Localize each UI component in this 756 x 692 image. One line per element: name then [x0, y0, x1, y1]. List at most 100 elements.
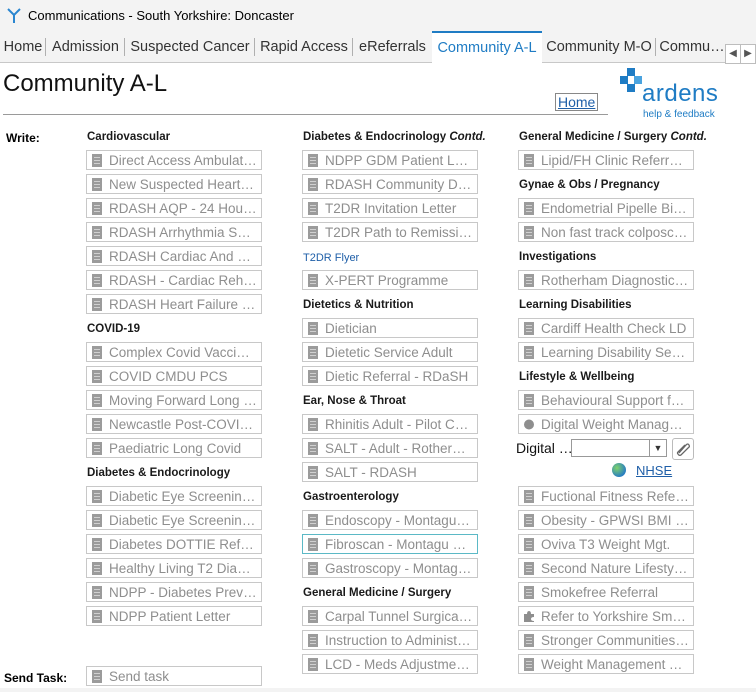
tab-community-m-o[interactable]: Community M-O — [542, 32, 656, 62]
referral-button-label: RDASH - Cardiac Rehab — [109, 273, 257, 288]
col3-referral-button[interactable]: Cardiff Health Check LD — [518, 318, 694, 338]
col1-referral-button[interactable]: Complex Covid Vaccina… — [86, 342, 262, 362]
col3-referral-button[interactable]: Fuctional Fitness Referral — [518, 486, 694, 506]
col3-referral-button[interactable]: Lipid/FH Clinic Referral … — [518, 150, 694, 170]
referral-button-label: Dietetic Service Adult — [325, 345, 453, 360]
section-cardiovascular: Cardiovascular — [87, 131, 171, 143]
col3-referral-button[interactable]: Refer to Yorkshire Smo… — [518, 606, 694, 626]
col3-referral-button[interactable]: Oviva T3 Weight Mgt. — [518, 534, 694, 554]
col1-referral-button[interactable]: Paediatric Long Covid — [86, 438, 262, 458]
col3-referral-button[interactable]: Smokefree Referral — [518, 582, 694, 602]
edit-button[interactable] — [672, 438, 694, 460]
document-icon — [524, 490, 534, 503]
digital-dropdown[interactable]: ▼ — [571, 439, 667, 457]
col2-referral-button[interactable]: Fibroscan - Montagu Ho… — [302, 534, 478, 554]
send-task-label: Send Task: — [4, 671, 68, 685]
col2-referral-button[interactable]: SALT - RDASH — [302, 462, 478, 482]
col1-referral-button[interactable]: COVID CMDU PCS — [86, 366, 262, 386]
help-feedback-link[interactable]: help & feedback — [643, 109, 715, 120]
tab-suspected-cancer[interactable]: Suspected Cancer — [125, 32, 255, 62]
col1-referral-button[interactable]: Direct Access Ambulat… — [86, 150, 262, 170]
document-icon — [524, 202, 534, 215]
col2-referral-button[interactable]: Dietetic Service Adult — [302, 342, 478, 362]
col1-referral-button[interactable]: Newcastle Post-COVID … — [86, 414, 262, 434]
referral-button-label: NDPP - Diabetes Preve… — [109, 585, 257, 600]
col3-referral-button[interactable]: Endometrial Pipelle Bio… — [518, 198, 694, 218]
referral-button-label: NDPP Patient Letter — [109, 609, 231, 624]
section-covid: COVID-19 — [87, 323, 141, 335]
col2-referral-button[interactable]: Dietic Referral - RDaSH — [302, 366, 478, 386]
col2-referral-button[interactable]: Rhinitis Adult - Pilot Ch… — [302, 414, 478, 434]
col3-referral-button[interactable]: Learning Disability Servi… — [518, 342, 694, 362]
col3-referral-button[interactable]: Rotherham Diagnostic … — [518, 270, 694, 290]
col2-referral-button[interactable]: Gastroscopy - Montagu … — [302, 558, 478, 578]
document-icon — [524, 346, 534, 359]
chevron-down-icon[interactable]: ▼ — [649, 440, 666, 456]
section-gynae: Gynae & Obs / Pregnancy — [519, 179, 660, 191]
section-lifestyle: Lifestyle & Wellbeing — [519, 371, 635, 383]
col3-referral-button[interactable]: Behavioural Support for … — [518, 390, 694, 410]
tab-community-a-l[interactable]: Community A-L — [432, 31, 542, 65]
referral-button-label: RDASH Cardiac And Pa… — [109, 249, 257, 264]
t2dr-flyer-link[interactable]: T2DR Flyer — [303, 252, 359, 264]
col1-referral-button[interactable]: NDPP - Diabetes Preve… — [86, 582, 262, 602]
col2-referral-button[interactable]: RDASH Community Dia… — [302, 174, 478, 194]
col1-referral-button[interactable]: RDASH Arrhythmia Ser… — [86, 222, 262, 242]
col2-referral-button[interactable]: SALT - Adult - Rotherham — [302, 438, 478, 458]
section-learning-disabilities: Learning Disabilities — [519, 299, 632, 311]
section-diabetes-contd: Diabetes & Endocrinology Contd. — [303, 131, 486, 143]
referral-button-label: RDASH AQP - 24 Hour … — [109, 201, 257, 216]
col2-referral-button[interactable]: X-PERT Programme — [302, 270, 478, 290]
col1-referral-button[interactable]: RDASH - Cardiac Rehab — [86, 270, 262, 290]
tab-home[interactable]: Home — [0, 32, 46, 62]
referral-button-label: LCD - Meds Adjustment… — [325, 657, 473, 672]
col2-referral-button[interactable]: Dietician — [302, 318, 478, 338]
col1-referral-button[interactable]: NDPP Patient Letter — [86, 606, 262, 626]
nhse-link[interactable]: NHSE — [636, 463, 672, 478]
document-icon — [308, 370, 318, 383]
document-icon — [92, 610, 102, 623]
col1-referral-button[interactable]: New Suspected Heart F… — [86, 174, 262, 194]
tab-rapid-access[interactable]: Rapid Access — [255, 32, 353, 62]
col2-referral-button[interactable]: Carpal Tunnel Surgical … — [302, 606, 478, 626]
circle-icon — [524, 419, 534, 430]
document-icon — [92, 202, 102, 215]
col3-referral-button[interactable]: Stronger Communities … — [518, 630, 694, 650]
col1-referral-button[interactable]: Diabetic Eye Screening … — [86, 510, 262, 530]
col2-referral-button[interactable]: Instruction to Administe… — [302, 630, 478, 650]
tab-ereferrals[interactable]: eReferrals — [353, 32, 432, 62]
col3-referral-button[interactable]: Non fast track colposcopy — [518, 222, 694, 242]
title-divider — [3, 114, 608, 115]
col3-referral-button[interactable]: Obesity - GPWSI BMI 5… — [518, 510, 694, 530]
referral-button-label: Refer to Yorkshire Smo… — [541, 609, 689, 624]
home-link[interactable]: Home — [555, 93, 599, 111]
col3-referral-button[interactable]: Weight Management Ti… — [518, 654, 694, 674]
tab-scroll-left-button[interactable]: ◀ — [725, 44, 741, 64]
referral-button-label: Fuctional Fitness Referral — [541, 489, 689, 504]
col2-referral-button[interactable]: Endoscopy - Montagu H… — [302, 510, 478, 530]
col1-referral-button[interactable]: RDASH Heart Failure N… — [86, 294, 262, 314]
col1-referral-button[interactable]: Moving Forward Long C… — [86, 390, 262, 410]
col2-referral-button[interactable]: NDPP GDM Patient Letter — [302, 150, 478, 170]
col2-referral-button[interactable]: T2DR Path to Remission — [302, 222, 478, 242]
document-icon — [92, 442, 102, 455]
col3-referral-button[interactable]: Digital Weight Manage… — [518, 414, 694, 434]
document-icon — [308, 202, 318, 215]
ardens-logo: ardens help & feedback — [618, 66, 738, 120]
send-task-button[interactable]: Send task — [86, 666, 262, 686]
referral-button-label: Carpal Tunnel Surgical … — [325, 609, 473, 624]
tab-admission[interactable]: Admission — [46, 32, 125, 62]
tab-scroll-right-button[interactable]: ▶ — [740, 44, 756, 64]
col2-referral-button[interactable]: T2DR Invitation Letter — [302, 198, 478, 218]
referral-button-label: SALT - Adult - Rotherham — [325, 441, 473, 456]
referral-button-label: Dietician — [325, 321, 377, 336]
col1-referral-button[interactable]: RDASH Cardiac And Pa… — [86, 246, 262, 266]
col3-referral-button[interactable]: Second Nature Lifestyle… — [518, 558, 694, 578]
col2-referral-button[interactable]: LCD - Meds Adjustment… — [302, 654, 478, 674]
col1-referral-button[interactable]: RDASH AQP - 24 Hour … — [86, 198, 262, 218]
referral-button-label: Diabetes DOTTIE Referral — [109, 537, 257, 552]
col1-referral-button[interactable]: Healthy Living T2 Diabet… — [86, 558, 262, 578]
tab-community-more[interactable]: Commu… — [656, 32, 728, 62]
col1-referral-button[interactable]: Diabetes DOTTIE Referral — [86, 534, 262, 554]
col1-referral-button[interactable]: Diabetic Eye Screening … — [86, 486, 262, 506]
